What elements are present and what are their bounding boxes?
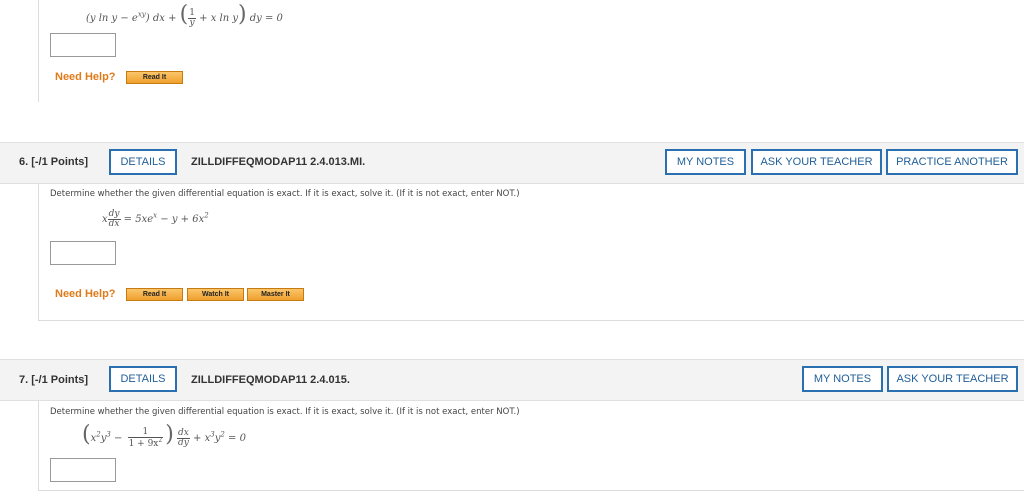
q5-equation: (y ln y − exy) dx + (1 y + x ln y) dy = 0 [86, 2, 283, 28]
q7-equation: (x2y3 − 11 + 9x2) dx dy + x3y2 = 0 [82, 422, 246, 449]
q6-equation: x dy dx = 5xex − y + 6x2 [102, 209, 209, 229]
q7-points-label: 7. [-/1 Points] [19, 374, 89, 386]
q7-details-button[interactable]: DETAILS [109, 366, 177, 392]
q6-ask-teacher-button[interactable]: ASK YOUR TEACHER [751, 149, 882, 175]
q6-need-help-label: Need Help? [55, 288, 116, 300]
q6-my-notes-button[interactable]: MY NOTES [665, 149, 746, 175]
q6-master-it-button[interactable]: Master It [247, 288, 304, 301]
q6-answer-input[interactable] [50, 241, 116, 265]
q5-need-help-label: Need Help? [55, 71, 116, 83]
q6-problem-code: ZILLDIFFEQMODAP11 2.4.013.MI. [191, 156, 366, 168]
q6-watch-it-button[interactable]: Watch It [187, 288, 244, 301]
q6-points-label: 6. [-/1 Points] [19, 156, 89, 168]
q7-answer-input[interactable] [50, 458, 116, 482]
q6-read-it-button[interactable]: Read It [126, 288, 183, 301]
q5-answer-input[interactable] [50, 33, 116, 57]
q5-left-rule [38, 0, 39, 102]
q7-problem-code: ZILLDIFFEQMODAP11 2.4.015. [191, 374, 350, 386]
q6-details-button[interactable]: DETAILS [109, 149, 177, 175]
q7-ask-teacher-button[interactable]: ASK YOUR TEACHER [887, 366, 1018, 392]
q7-my-notes-button[interactable]: MY NOTES [802, 366, 883, 392]
q5-read-it-button[interactable]: Read It [126, 71, 183, 84]
q6-prompt: Determine whether the given differential… [50, 189, 520, 199]
q7-prompt: Determine whether the given differential… [50, 407, 520, 417]
q6-practice-another-button[interactable]: PRACTICE ANOTHER [886, 149, 1018, 175]
